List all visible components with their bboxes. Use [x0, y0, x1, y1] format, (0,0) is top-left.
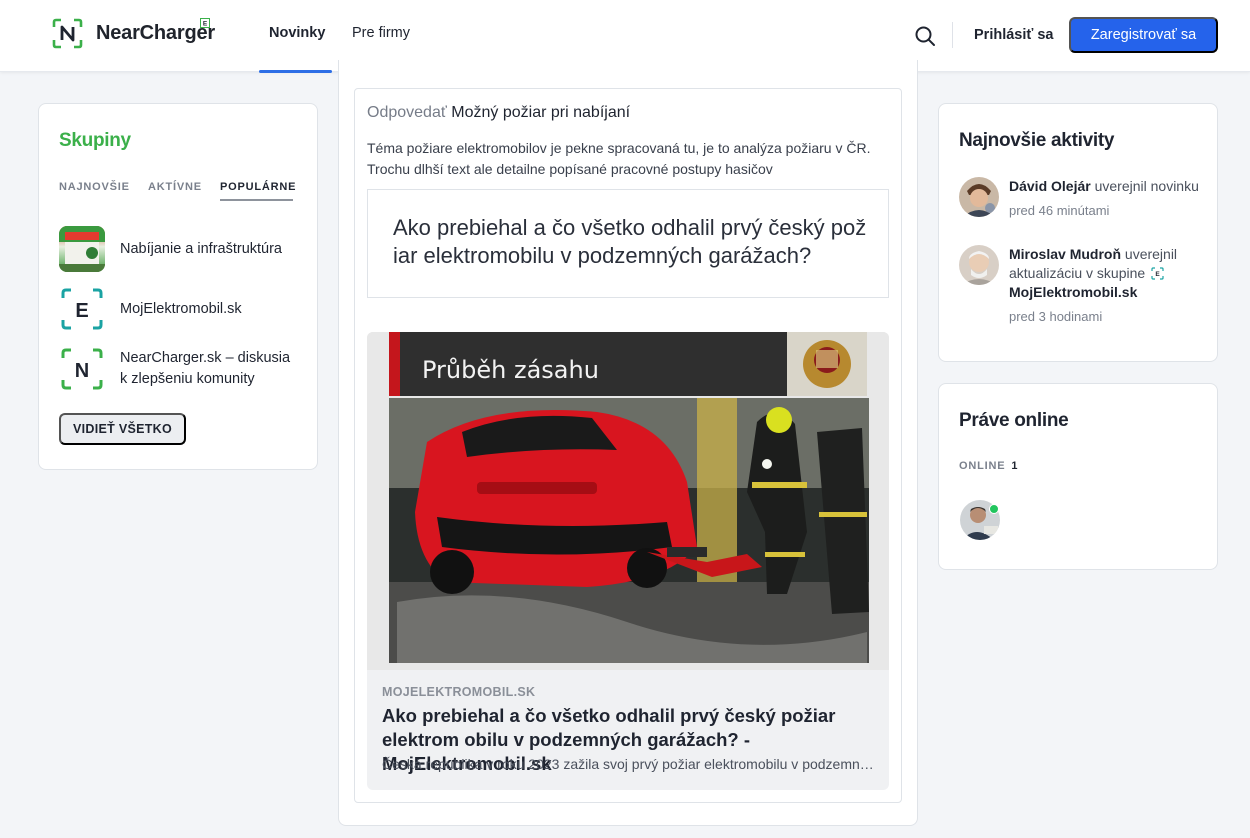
nearcharger-logo-icon — [52, 18, 83, 49]
login-link[interactable]: Prihlásiť sa — [974, 27, 1054, 43]
search-icon[interactable] — [913, 24, 937, 48]
group-avatar: E — [59, 286, 105, 332]
svg-text:N: N — [75, 360, 89, 382]
avatar[interactable] — [959, 245, 999, 285]
image-caption: Průběh zásahu — [422, 356, 599, 384]
activity-user[interactable]: Dávid Olejár — [1009, 178, 1091, 194]
link-preview-card[interactable]: Průběh zásahu MOJELEKTROMOBIL.SK Ako pre… — [367, 332, 889, 790]
group-avatar — [59, 226, 105, 272]
user-avatar-icon — [959, 177, 999, 217]
reply-prefix[interactable]: Odpovedať — [367, 104, 447, 121]
fire-intervention-photo-icon: Průběh zásahu — [367, 332, 889, 670]
tab-newest[interactable]: NAJNOVŠIE — [59, 181, 130, 193]
activity-group-link[interactable]: MojElektromobil.sk — [1009, 284, 1137, 300]
register-button[interactable]: Zaregistrovať sa — [1069, 17, 1218, 53]
activity-time: pred 46 minútami — [1009, 203, 1110, 218]
reply-topic-title[interactable]: Možný požiar pri nabíjaní — [451, 104, 630, 121]
group-avatar: N — [59, 346, 105, 392]
svg-text:E: E — [203, 21, 208, 28]
link-description: Česká republika v roku 2023 zažila svoj … — [382, 756, 877, 772]
reply-line: Odpovedať Možný požiar pri nabíjaní — [367, 104, 630, 122]
activity-time: pred 3 hodinami — [1009, 309, 1103, 324]
mojelektromobil-logo-icon: E — [59, 286, 105, 332]
avatar[interactable] — [959, 177, 999, 217]
online-title: Práve online — [959, 410, 1069, 431]
brand-logo[interactable]: NearCharger — [52, 18, 215, 49]
online-label-text: ONLINE — [959, 460, 1006, 472]
nav-for-companies[interactable]: Pre firmy — [352, 25, 410, 41]
brand-name: NearCharger — [96, 22, 215, 44]
tab-active[interactable]: AKTÍVNE — [148, 181, 202, 193]
activity-body: Miroslav Mudroň uverejnil aktualizáciu v… — [1009, 245, 1214, 326]
group-item-nearcharger[interactable]: N NearCharger.sk – diskusia k zlepšeniu … — [59, 346, 300, 392]
see-all-button[interactable]: VIDIEŤ VŠETKO — [59, 413, 186, 445]
header-divider — [952, 22, 953, 48]
groups-title: Skupiny — [59, 130, 131, 151]
online-status-indicator — [989, 504, 999, 514]
group-name: NearCharger.sk – diskusia k zlepšeniu ko… — [120, 350, 291, 387]
latest-activities-card: Najnovšie aktivity Dávid Olejár uverejni… — [938, 103, 1218, 362]
nav-active-indicator — [259, 70, 332, 73]
online-label: ONLINE 1 — [959, 460, 1018, 472]
tab-popular[interactable]: POPULÁRNE — [220, 181, 296, 193]
link-preview-image: Průběh zásahu — [367, 332, 889, 670]
quote-title: Ako prebiehal a čo všetko odhalil prvý č… — [393, 215, 867, 268]
group-photo-icon — [59, 226, 105, 272]
online-now-card: Práve online ONLINE 1 — [938, 383, 1218, 570]
tab-active-indicator — [220, 199, 293, 201]
nav-news[interactable]: Novinky — [269, 25, 325, 41]
online-count: 1 — [1011, 460, 1019, 472]
activity-item: Miroslav Mudroň uverejnil aktualizáciu v… — [959, 245, 1214, 326]
quote-box: Ako prebiehal a čo všetko odhalil prvý č… — [367, 189, 889, 298]
group-logo-icon: E — [1151, 267, 1164, 280]
nearcharger-logo-icon: N — [59, 346, 105, 392]
group-item-charging[interactable]: Nabíjanie a infraštruktúra — [59, 226, 300, 272]
svg-text:E: E — [1155, 271, 1160, 278]
user-avatar-icon — [959, 245, 999, 285]
link-domain: MOJELEKTROMOBIL.SK — [382, 685, 536, 699]
activity-item: Dávid Olejár uverejnil novinku pred 46 m… — [959, 177, 1214, 220]
activities-title: Najnovšie aktivity — [959, 130, 1115, 151]
activity-user[interactable]: Miroslav Mudroň — [1009, 246, 1121, 262]
activity-body: Dávid Olejár uverejnil novinku pred 46 m… — [1009, 177, 1214, 220]
group-item-mojelektromobil[interactable]: E MojElektromobil.sk — [59, 286, 300, 332]
post-text: Téma požiare elektromobilov je pekne spr… — [367, 140, 871, 177]
svg-text:E: E — [75, 300, 88, 322]
group-name: MojElektromobil.sk — [120, 300, 242, 317]
groups-card: Skupiny NAJNOVŠIE AKTÍVNE POPULÁRNE Nabí… — [38, 103, 318, 470]
logo-badge-icon: E — [200, 18, 210, 28]
group-name: Nabíjanie a infraštruktúra — [120, 240, 282, 257]
activity-action: uverejnil novinku — [1094, 178, 1199, 194]
